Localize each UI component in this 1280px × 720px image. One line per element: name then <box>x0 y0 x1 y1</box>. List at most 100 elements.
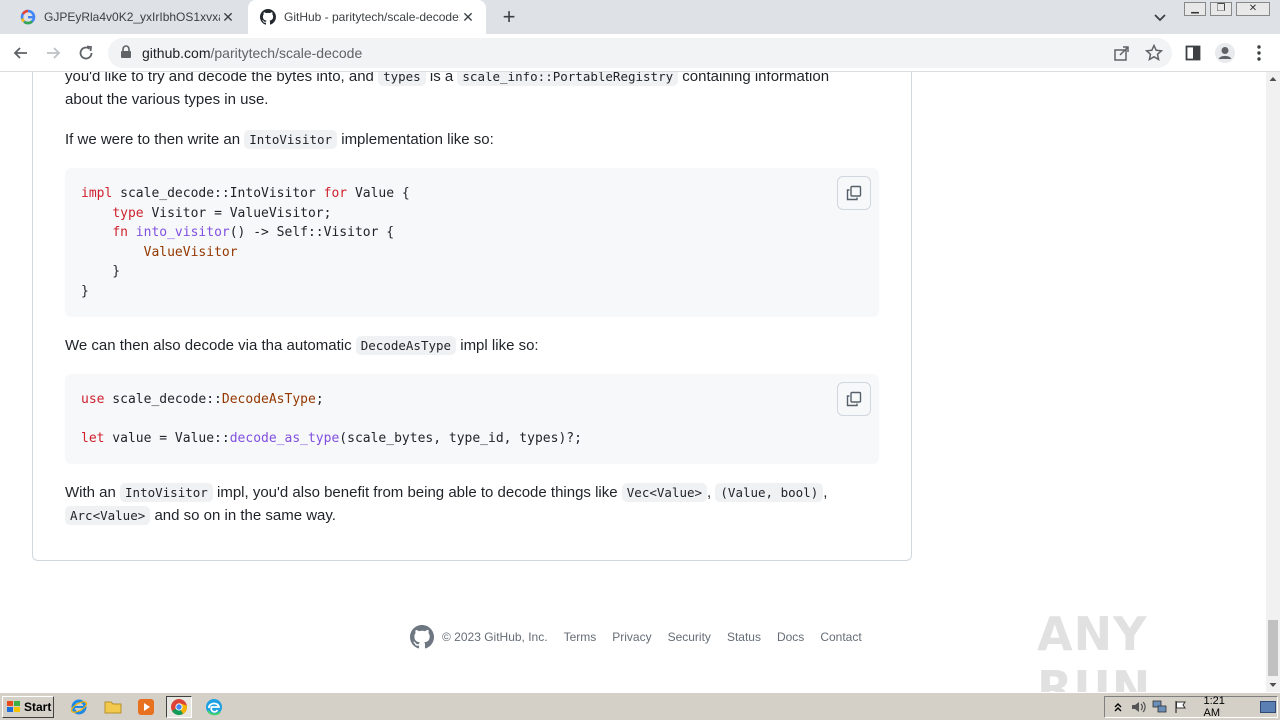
footer-copyright: © 2023 GitHub, Inc. <box>442 630 548 644</box>
code-token: type <box>112 205 144 221</box>
close-window-button[interactable]: ✕ <box>1236 2 1270 16</box>
media-player-icon[interactable] <box>133 696 159 718</box>
inline-code: DecodeAsType <box>355 336 457 355</box>
github-mark-icon[interactable] <box>410 625 434 649</box>
tab-search-icon[interactable] <box>1150 7 1170 27</box>
text: , <box>823 484 828 501</box>
code-token: let <box>81 431 105 447</box>
footer-link-security[interactable]: Security <box>668 630 711 644</box>
new-tab-button[interactable]: + <box>497 6 521 30</box>
code-line: let value = Value::decode_as_type(scale_… <box>81 429 863 449</box>
footer-link-status[interactable]: Status <box>727 630 761 644</box>
code-token: decode_as_type <box>229 431 340 447</box>
text: , <box>707 484 712 501</box>
chrome-icon[interactable] <box>166 696 192 718</box>
inline-code: (Value, bool) <box>715 483 824 502</box>
minimize-button[interactable]: ▁ <box>1184 2 1206 16</box>
tab-title: GJPEyRla4v0K2_yxIrIbhOS1xvxa8f- <box>44 10 220 24</box>
code-token: (scale_bytes, type_id, types)?; <box>339 431 582 447</box>
copy-button[interactable] <box>837 382 871 416</box>
inline-code: IntoVisitor <box>120 483 213 502</box>
scrollbar-thumb[interactable] <box>1268 620 1278 676</box>
inline-code: IntoVisitor <box>244 130 338 149</box>
back-icon[interactable] <box>8 40 34 66</box>
share-icon[interactable] <box>1111 42 1133 64</box>
scroll-down-icon[interactable] <box>1266 678 1280 692</box>
code-block-decode: use scale_decode::DecodeAsType;let value… <box>65 374 879 464</box>
copy-icon <box>846 185 862 201</box>
code-line: use scale_decode::DecodeAsType; <box>81 390 863 410</box>
code-token: ValueVisitor <box>143 244 238 260</box>
text: If we were to then write an <box>65 131 241 148</box>
profile-avatar-icon[interactable] <box>1214 42 1236 64</box>
bookmark-star-icon[interactable] <box>1143 42 1165 64</box>
forward-icon[interactable] <box>40 40 66 66</box>
code-token: DecodeAsType <box>221 392 316 407</box>
tab-google[interactable]: GJPEyRla4v0K2_yxIrIbhOS1xvxa8f- ✕ <box>8 0 246 34</box>
text: impl, you'd also benefit from being able… <box>217 484 618 501</box>
footer-link-docs[interactable]: Docs <box>777 630 804 644</box>
side-panel-icon[interactable] <box>1182 42 1204 64</box>
tab-title: GitHub - paritytech/scale-decode: D <box>284 10 460 24</box>
folder-icon[interactable] <box>100 696 126 718</box>
address-bar[interactable]: github.com/paritytech/scale-decode <box>108 38 1172 68</box>
text: implementation like so: <box>341 131 494 148</box>
start-button[interactable]: Start <box>2 696 54 718</box>
code-token: } <box>81 283 89 299</box>
code-token: use <box>81 392 105 407</box>
code-line: impl scale_decode::IntoVisitor for Value… <box>81 184 863 204</box>
lock-icon <box>120 44 134 62</box>
footer-link-privacy[interactable]: Privacy <box>612 630 651 644</box>
text: you'd like to try and decode the bytes i… <box>65 72 374 85</box>
tab-github[interactable]: GitHub - paritytech/scale-decode: D ✕ <box>248 0 486 34</box>
code-token: value = Value:: <box>104 431 230 447</box>
network-icon[interactable] <box>1151 699 1168 715</box>
footer-link-terms[interactable]: Terms <box>564 630 597 644</box>
page-viewport: you'd like to try and decode the bytes i… <box>0 72 1266 692</box>
code-line: type Visitor = ValueVisitor; <box>81 204 863 224</box>
text: We can then also decode via tha automati… <box>65 337 352 354</box>
site-footer: © 2023 GitHub, Inc. Terms Privacy Securi… <box>410 625 862 649</box>
paragraph-intovisitor: If we were to then write an IntoVisitor … <box>65 128 494 151</box>
url-path: /paritytech/scale-decode <box>210 45 363 61</box>
code-token: impl <box>81 186 113 201</box>
code-token: Value { <box>347 186 410 201</box>
action-center-flag-icon[interactable] <box>1172 699 1189 715</box>
code-line: fn into_visitor() -> Self::Visitor { <box>81 223 863 243</box>
code-token: for <box>323 186 348 201</box>
reload-icon[interactable] <box>73 40 99 66</box>
close-tab-icon[interactable]: ✕ <box>460 9 476 25</box>
close-tab-icon[interactable]: ✕ <box>220 9 236 25</box>
text: is a <box>429 72 454 85</box>
menu-kebab-icon[interactable] <box>1248 42 1270 64</box>
footer-link-contact[interactable]: Contact <box>820 630 861 644</box>
copy-button[interactable] <box>837 176 871 210</box>
text: With an <box>65 484 116 501</box>
paragraph-decodeastype: We can then also decode via tha automati… <box>65 334 539 357</box>
vertical-scrollbar[interactable] <box>1266 72 1280 692</box>
copy-icon <box>846 391 862 407</box>
inline-code: Arc<Value> <box>65 506 151 525</box>
windows-taskbar: Start 1:21 AM <box>0 692 1280 720</box>
code-token: scale_decode:: <box>104 392 222 407</box>
tab-strip: GJPEyRla4v0K2_yxIrIbhOS1xvxa8f- ✕ GitHub… <box>0 0 1280 34</box>
text: and so on in the same way. <box>154 507 336 524</box>
show-hidden-icons-icon[interactable] <box>1109 699 1126 715</box>
restore-button[interactable]: ❐ <box>1210 2 1232 16</box>
volume-icon[interactable] <box>1130 699 1147 715</box>
edge-icon[interactable] <box>201 696 227 718</box>
inline-code: Vec<Value> <box>621 483 708 502</box>
text: impl like so: <box>460 337 539 354</box>
code-block-impl: impl scale_decode::IntoVisitor for Value… <box>65 168 879 317</box>
scroll-up-icon[interactable] <box>1266 72 1280 86</box>
code-token: () -> Self::Visitor { <box>229 225 395 241</box>
code-token: Visitor = ValueVisitor; <box>143 205 332 221</box>
clock: 1:21 AM <box>1203 695 1225 719</box>
code-lines: use scale_decode::DecodeAsType;let value… <box>81 390 863 449</box>
ie-icon[interactable] <box>66 696 92 718</box>
github-icon <box>260 9 276 25</box>
show-desktop-icon[interactable] <box>1260 699 1277 715</box>
